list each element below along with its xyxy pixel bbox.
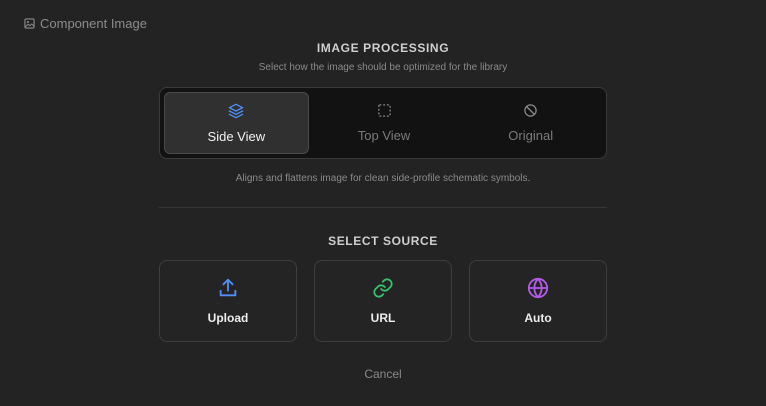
source-options: Upload URL Auto (159, 260, 607, 342)
link-icon (373, 278, 393, 298)
globe-icon (527, 277, 549, 299)
cancel-button[interactable]: Cancel (343, 364, 423, 384)
dashed-square-icon (377, 104, 391, 117)
upload-label: Upload (207, 311, 249, 325)
upload-icon (219, 278, 237, 297)
image-icon (24, 18, 35, 29)
side-view-label: Side View (207, 128, 266, 144)
side-view-option[interactable]: Side View (164, 92, 309, 154)
processing-description: Aligns and flattens image for clean side… (235, 173, 531, 184)
image-processing-subtitle: Select how the image should be optimized… (258, 62, 508, 73)
dialog-title: Component Image (40, 16, 147, 31)
top-view-option[interactable]: Top View (313, 92, 456, 154)
ban-icon (524, 104, 537, 117)
url-button[interactable]: URL (314, 260, 452, 342)
top-view-label: Top View (357, 128, 411, 143)
layers-icon (228, 103, 244, 118)
upload-button[interactable]: Upload (159, 260, 297, 342)
processing-mode-selector: Side View Top View Original (159, 87, 607, 159)
auto-label: Auto (524, 311, 552, 325)
auto-button[interactable]: Auto (469, 260, 607, 342)
section-divider (159, 207, 607, 208)
original-option[interactable]: Original (459, 92, 602, 154)
dialog-header: Component Image (24, 16, 147, 31)
image-processing-title: IMAGE PROCESSING (316, 41, 450, 55)
url-label: URL (370, 311, 396, 325)
select-source-title: SELECT SOURCE (328, 234, 438, 248)
original-label: Original (508, 128, 554, 143)
